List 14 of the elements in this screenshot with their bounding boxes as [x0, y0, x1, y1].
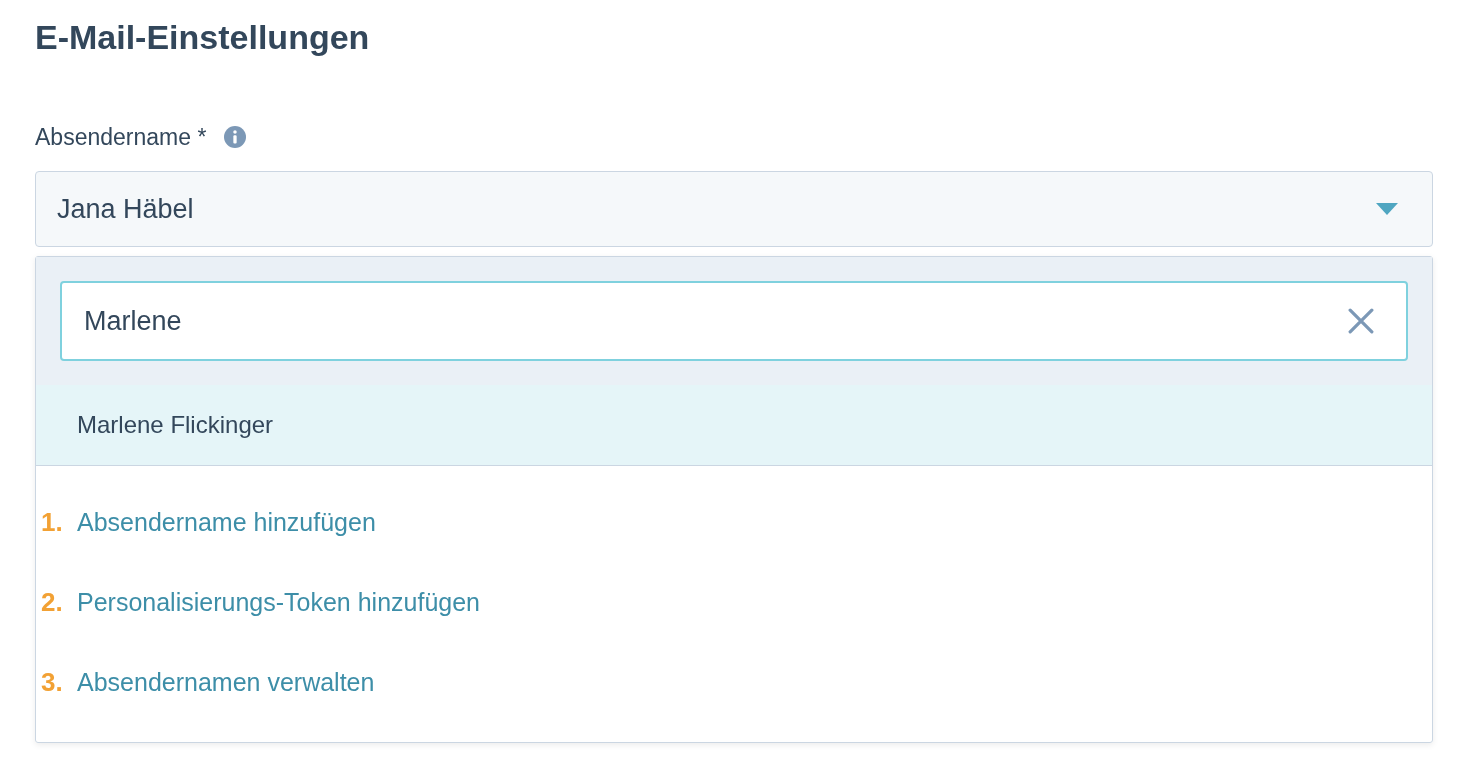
action-link[interactable]: Absendername hinzufügen — [77, 507, 376, 537]
action-link[interactable]: Absendernamen verwalten — [77, 667, 375, 697]
step-number: 2. — [40, 586, 64, 618]
caret-icon — [1376, 203, 1398, 215]
field-label: Absendername * — [35, 123, 207, 151]
step-number: 3. — [40, 666, 64, 698]
info-icon[interactable] — [224, 126, 247, 148]
close-icon[interactable] — [1348, 308, 1374, 334]
step-number: 1. — [40, 506, 64, 538]
search-field[interactable]: Marlene — [60, 281, 1408, 361]
section-title: E-Mail-Einstellungen — [35, 17, 371, 58]
action-link[interactable]: Personalisierungs-Token hinzufügen — [77, 587, 481, 617]
dropdown-select[interactable]: Jana Häbel — [35, 171, 1433, 247]
dropdown-option[interactable]: Marlene Flickinger — [36, 385, 1432, 466]
